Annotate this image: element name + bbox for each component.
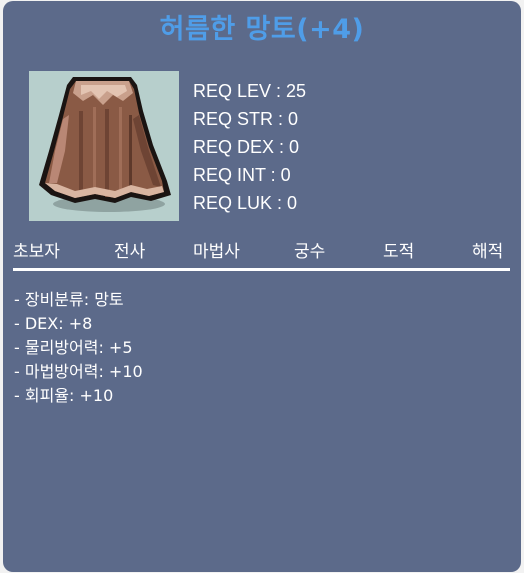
job-thief: 도적	[383, 242, 415, 262]
req-dex: REQ DEX : 0	[193, 137, 300, 157]
req-str: REQ STR : 0	[193, 109, 299, 129]
req-int: REQ INT : 0	[193, 165, 291, 185]
job-pirate: 해적	[472, 242, 504, 262]
item-title: 허름한 망토(+4)	[159, 14, 365, 45]
stat-magic-defense: - 마법방어력: +10	[14, 362, 143, 381]
req-luk: REQ LUK : 0	[193, 193, 298, 213]
stat-physical-defense: - 물리방어력: +5	[14, 338, 133, 357]
stat-equipment-type: - 장비분류: 망토	[14, 290, 124, 309]
stat-avoidability: - 회피율: +10	[14, 386, 114, 405]
job-archer: 궁수	[294, 242, 326, 262]
job-list: 초보자 전사 마법사 궁수 도적 해적	[3, 237, 521, 267]
brown-cape-icon	[39, 77, 171, 212]
job-magician: 마법사	[193, 242, 240, 262]
requirements-list: REQ LEV : 25 REQ STR : 0 REQ DEX : 0 REQ…	[193, 77, 306, 217]
job-beginner: 초보자	[13, 242, 60, 262]
stats-list: - 장비분류: 망토 - DEX: +8 - 물리방어력: +5 - 마법방어력…	[14, 288, 143, 408]
item-image	[29, 71, 179, 221]
item-tooltip-card: 허름한 망토(+4) REQ LEV : 25 REQ STR : 0 REQ …	[3, 1, 521, 572]
divider-line	[13, 268, 510, 271]
req-level: REQ LEV : 25	[193, 81, 307, 101]
job-warrior: 전사	[114, 242, 146, 262]
stat-dex: - DEX: +8	[14, 314, 93, 333]
